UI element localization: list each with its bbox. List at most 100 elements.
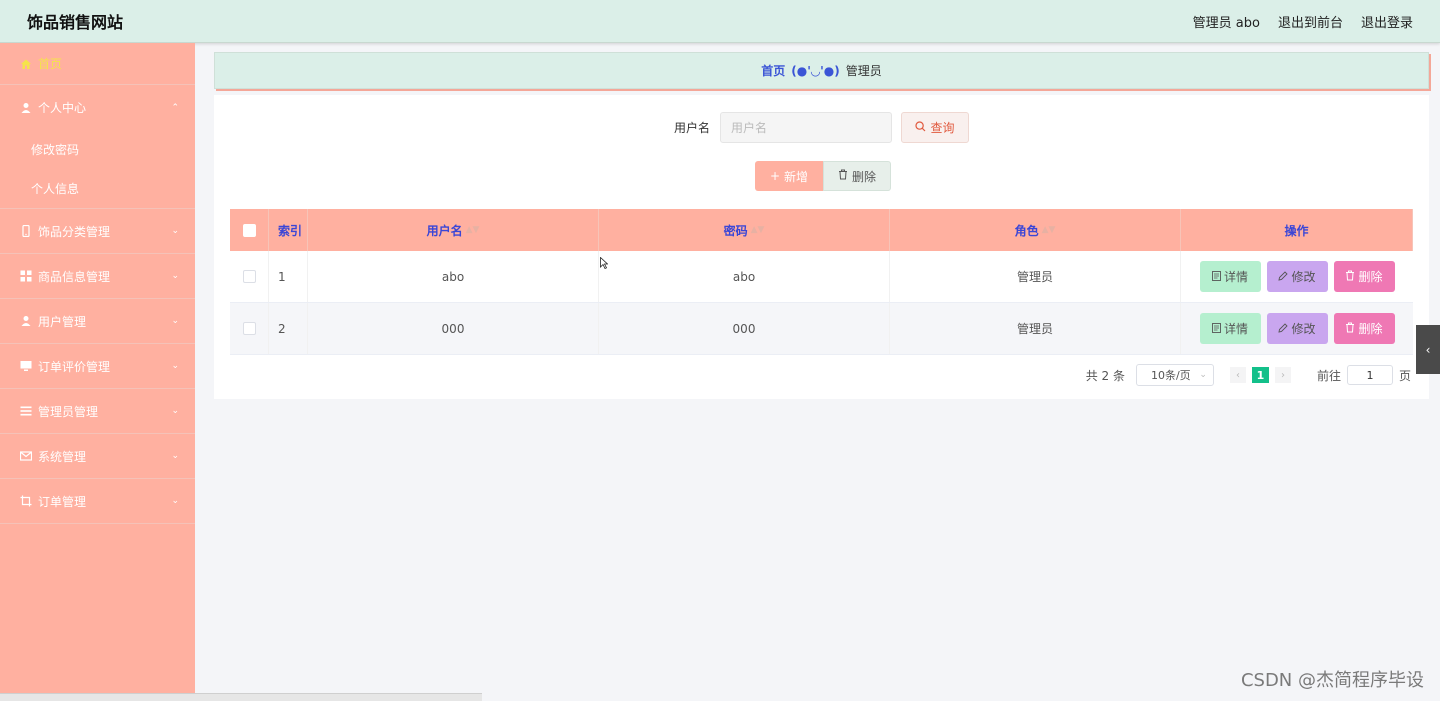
sidebar: 首页 个人中心 ⌃ 修改密码 个人信息 饰品分类管理 ⌄ 商品信息管理 ⌄ 用户… xyxy=(0,43,195,701)
chevron-left-icon: ‹ xyxy=(1235,369,1240,381)
phone-icon xyxy=(20,225,32,237)
column-header-password[interactable]: 密码 ▲▼ xyxy=(599,209,890,251)
next-page-button[interactable]: › xyxy=(1274,367,1291,383)
chevron-left-icon: ‹ xyxy=(1425,342,1431,357)
action-buttons: + 新增 删除 xyxy=(214,161,1429,191)
sort-icon[interactable]: ▲▼ xyxy=(751,225,765,235)
row-role: 管理员 xyxy=(890,251,1181,302)
delete-button[interactable]: 删除 xyxy=(1333,313,1395,344)
crop-icon xyxy=(20,495,32,507)
select-all-cell xyxy=(230,209,269,251)
row-select-cell xyxy=(230,251,269,302)
user-icon xyxy=(20,315,32,327)
row-checkbox[interactable] xyxy=(242,322,256,335)
personal-center-group: 个人中心 ⌃ 修改密码 个人信息 xyxy=(0,85,195,209)
add-button[interactable]: + 新增 xyxy=(755,161,823,191)
grid-icon xyxy=(20,270,32,282)
chevron-right-icon: › xyxy=(1280,369,1285,381)
sidebar-subitem-personal-info[interactable]: 个人信息 xyxy=(0,169,195,208)
sidebar-item-personal-center[interactable]: 个人中心 ⌃ xyxy=(0,85,195,130)
column-header-label: 用户名 xyxy=(426,223,463,238)
trash-icon xyxy=(838,169,848,183)
row-username: abo xyxy=(308,251,599,302)
main-content: 首页 (●'◡'●) 管理员 用户名 查询 + 新增 删除 xyxy=(195,43,1440,701)
detail-button[interactable]: 详情 xyxy=(1199,313,1261,344)
sidebar-subitem-change-password[interactable]: 修改密码 xyxy=(0,130,195,169)
chevron-down-icon: ⌄ xyxy=(1199,370,1207,380)
sidebar-item-order-management[interactable]: 订单管理 ⌄ xyxy=(0,479,195,524)
sidebar-item-label: 订单管理 xyxy=(38,494,87,509)
table-header: 索引 用户名 ▲▼ 密码 ▲▼ 角色 ▲▼ 操作 xyxy=(230,209,1413,251)
breadcrumb-home[interactable]: 首页 xyxy=(761,62,785,79)
chevron-down-icon: ⌄ xyxy=(171,316,179,326)
breadcrumb: 首页 (●'◡'●) 管理员 xyxy=(214,52,1429,89)
pagination: 共 2 条 10条/页 ⌄ ‹ 1 › 前往 页 xyxy=(1086,364,1411,386)
detail-button-label: 详情 xyxy=(1223,322,1248,336)
delete-button[interactable]: 删除 xyxy=(1333,261,1395,292)
side-panel-toggle[interactable]: ‹ xyxy=(1416,325,1440,374)
watermark: CSDN @杰简程序毕设 xyxy=(1240,670,1424,691)
mouse-cursor-icon xyxy=(600,256,609,270)
sort-icon[interactable]: ▲▼ xyxy=(466,225,480,235)
row-actions: 详情 修改 删除 xyxy=(1181,251,1413,302)
table-row: 2 000 000 管理员 详情 修改 删除 xyxy=(230,303,1413,355)
username-search-input[interactable] xyxy=(720,112,892,143)
edit-icon xyxy=(1278,270,1289,284)
back-to-front-link[interactable]: 退出到前台 xyxy=(1278,12,1343,31)
row-password: abo xyxy=(599,251,890,302)
header-actions: 管理员 abo 退出到前台 退出登录 xyxy=(1193,12,1413,31)
goto-page: 前往 页 xyxy=(1317,365,1411,385)
monitor-icon xyxy=(20,360,32,372)
row-select-cell xyxy=(230,303,269,354)
home-icon xyxy=(20,58,32,70)
batch-delete-button[interactable]: 删除 xyxy=(823,161,891,191)
row-checkbox[interactable] xyxy=(242,270,256,283)
detail-button[interactable]: 详情 xyxy=(1199,261,1261,292)
search-form: 用户名 查询 xyxy=(214,112,1429,143)
sidebar-item-admin-management[interactable]: 管理员管理 ⌄ xyxy=(0,389,195,434)
row-role: 管理员 xyxy=(890,303,1181,354)
chevron-down-icon: ⌄ xyxy=(171,361,179,371)
page-size-value: 10条/页 xyxy=(1150,369,1191,382)
chevron-up-icon: ⌃ xyxy=(171,102,179,113)
sidebar-item-product-info[interactable]: 商品信息管理 ⌄ xyxy=(0,254,195,299)
admin-table: 索引 用户名 ▲▼ 密码 ▲▼ 角色 ▲▼ 操作 1 abo abo 管理员 详… xyxy=(230,209,1413,355)
content-panel: 用户名 查询 + 新增 删除 xyxy=(214,95,1429,399)
row-index: 1 xyxy=(269,251,308,302)
status-bar xyxy=(0,693,482,701)
page-number-active[interactable]: 1 xyxy=(1251,367,1269,383)
page-size-select[interactable]: 10条/页 ⌄ xyxy=(1135,364,1214,386)
add-button-label: 新增 xyxy=(784,169,809,184)
chevron-down-icon: ⌄ xyxy=(171,226,179,236)
row-password: 000 xyxy=(599,303,890,354)
sidebar-item-label: 个人中心 xyxy=(38,101,87,115)
sidebar-item-label: 管理员管理 xyxy=(38,404,99,419)
select-all-checkbox[interactable] xyxy=(242,223,256,237)
list-icon xyxy=(20,405,32,417)
column-header-username[interactable]: 用户名 ▲▼ xyxy=(308,209,599,251)
logout-link[interactable]: 退出登录 xyxy=(1361,12,1413,31)
edit-button[interactable]: 修改 xyxy=(1266,313,1328,344)
edit-button[interactable]: 修改 xyxy=(1266,261,1328,292)
sort-icon[interactable]: ▲▼ xyxy=(1042,225,1056,235)
sidebar-item-home[interactable]: 首页 xyxy=(0,43,195,85)
plus-icon: + xyxy=(769,169,781,183)
sidebar-item-accessory-category[interactable]: 饰品分类管理 ⌄ xyxy=(0,209,195,254)
query-button[interactable]: 查询 xyxy=(901,112,969,143)
sidebar-item-order-review[interactable]: 订单评价管理 ⌄ xyxy=(0,344,195,389)
edit-button-label: 修改 xyxy=(1291,270,1316,284)
chevron-down-icon: ⌄ xyxy=(171,271,179,281)
sidebar-item-system-management[interactable]: 系统管理 ⌄ xyxy=(0,434,195,479)
column-header-index: 索引 xyxy=(269,209,308,251)
chevron-down-icon: ⌄ xyxy=(171,406,179,416)
admin-user-label[interactable]: 管理员 abo xyxy=(1193,12,1260,31)
column-header-role[interactable]: 角色 ▲▼ xyxy=(890,209,1181,251)
user-icon xyxy=(20,102,32,114)
prev-page-button[interactable]: ‹ xyxy=(1229,367,1246,383)
breadcrumb-current: 管理员 xyxy=(845,64,882,78)
table-body: 1 abo abo 管理员 详情 修改 删除 2 000 000 管理员 详情 … xyxy=(230,251,1413,355)
sidebar-item-user-management[interactable]: 用户管理 ⌄ xyxy=(0,299,195,344)
sidebar-item-label: 饰品分类管理 xyxy=(38,224,111,239)
goto-page-input[interactable] xyxy=(1346,365,1393,385)
pagination-total: 共 2 条 xyxy=(1085,368,1125,383)
